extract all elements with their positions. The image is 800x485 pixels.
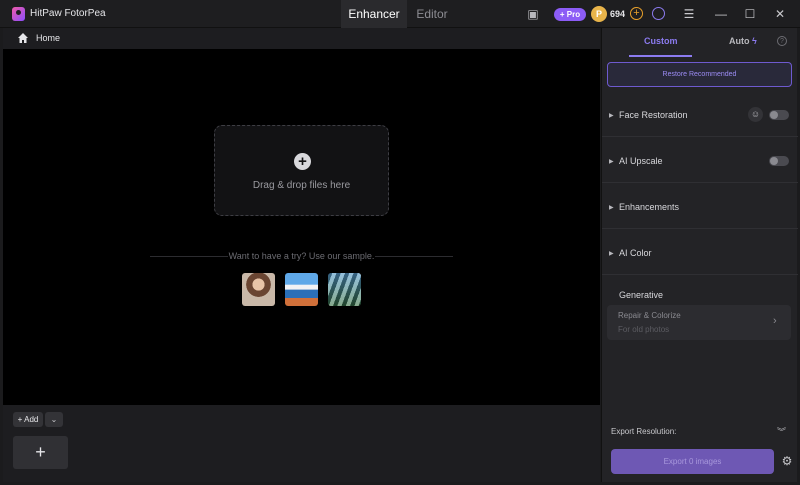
expand-arrow-icon: ▶ bbox=[609, 251, 614, 257]
add-dropdown-icon[interactable]: ⌄ bbox=[45, 412, 63, 427]
repair-title: Repair & Colorize bbox=[618, 311, 681, 320]
generative-label: Generative bbox=[619, 290, 664, 300]
sample-thumbnail-portrait[interactable] bbox=[242, 273, 275, 306]
tab-auto[interactable]: Auto ϟ bbox=[729, 36, 757, 46]
user-icon[interactable] bbox=[652, 7, 665, 20]
expand-arrow-icon: ▶ bbox=[609, 205, 614, 211]
tab-underline bbox=[629, 55, 692, 57]
add-coins-button[interactable]: + bbox=[630, 7, 643, 20]
chevron-right-icon: › bbox=[773, 315, 777, 327]
add-file-icon[interactable]: + bbox=[294, 153, 311, 170]
repair-subtitle: For old photos bbox=[618, 325, 670, 334]
tab-editor[interactable]: Editor bbox=[408, 0, 456, 28]
home-icon[interactable] bbox=[17, 32, 29, 44]
title-bar: HitPaw FotorPea Enhancer Editor ▣ + Pro … bbox=[0, 0, 800, 28]
section-label: Enhancements bbox=[619, 202, 680, 212]
ai-upscale-toggle[interactable] bbox=[769, 156, 789, 166]
sample-thumbnail-fish[interactable] bbox=[328, 273, 361, 306]
help-icon[interactable]: ? bbox=[777, 36, 787, 46]
breadcrumb: Home bbox=[3, 28, 600, 49]
double-chevron-down-icon[interactable]: ︾ bbox=[777, 425, 786, 438]
tab-enhancer[interactable]: Enhancer bbox=[341, 0, 407, 28]
expand-arrow-icon: ▶ bbox=[609, 113, 614, 119]
file-strip: + Add ⌄ + bbox=[3, 405, 600, 482]
section-face-restoration[interactable]: ▶ Face Restoration ☺ bbox=[602, 91, 798, 137]
section-label: AI Upscale bbox=[619, 156, 663, 166]
section-enhancements[interactable]: ▶ Enhancements bbox=[602, 183, 798, 229]
expand-arrow-icon: ▶ bbox=[609, 159, 614, 165]
add-file-button[interactable]: + bbox=[13, 436, 68, 469]
menu-icon[interactable]: ☰ bbox=[680, 5, 698, 23]
export-resolution-label: Export Resolution: bbox=[611, 427, 677, 436]
maximize-button[interactable]: ☐ bbox=[741, 5, 759, 23]
section-ai-upscale[interactable]: ▶ AI Upscale bbox=[602, 137, 798, 183]
sample-thumbnail-coast[interactable] bbox=[285, 273, 318, 306]
export-button[interactable]: Export 0 images bbox=[611, 449, 774, 474]
coin-count: 694 bbox=[610, 9, 626, 19]
tab-custom[interactable]: Custom bbox=[644, 36, 678, 46]
section-label: Face Restoration bbox=[619, 110, 688, 120]
pro-button[interactable]: + Pro bbox=[554, 8, 586, 21]
home-link[interactable]: Home bbox=[36, 33, 60, 43]
lightning-icon: ϟ bbox=[752, 36, 757, 46]
coin-icon: P bbox=[591, 6, 607, 22]
app-title: HitPaw FotorPea bbox=[30, 8, 106, 19]
minimize-button[interactable]: — bbox=[712, 5, 730, 23]
section-label: AI Color bbox=[619, 248, 652, 258]
add-button[interactable]: + Add bbox=[13, 412, 43, 427]
repair-colorize-card[interactable]: Repair & Colorize For old photos › bbox=[607, 305, 791, 340]
section-ai-color[interactable]: ▶ AI Color bbox=[602, 229, 798, 275]
sample-prompt: Want to have a try? Use our sample. bbox=[228, 251, 375, 261]
close-button[interactable]: ✕ bbox=[771, 5, 789, 23]
app-logo-icon bbox=[12, 7, 25, 21]
message-icon[interactable]: ▣ bbox=[526, 7, 540, 21]
drop-text: Drag & drop files here bbox=[252, 180, 351, 191]
gear-icon[interactable]: ⚙ bbox=[781, 455, 793, 467]
canvas-area: + Drag & drop files here Want to have a … bbox=[3, 49, 600, 405]
restore-recommended-button[interactable]: Restore Recommended bbox=[607, 62, 792, 87]
settings-panel: Custom Auto ϟ ? Restore Recommended ▶ Fa… bbox=[601, 28, 798, 482]
face-restoration-toggle[interactable] bbox=[769, 110, 789, 120]
face-icon[interactable]: ☺ bbox=[748, 107, 763, 122]
drop-zone[interactable]: + Drag & drop files here bbox=[214, 125, 389, 216]
